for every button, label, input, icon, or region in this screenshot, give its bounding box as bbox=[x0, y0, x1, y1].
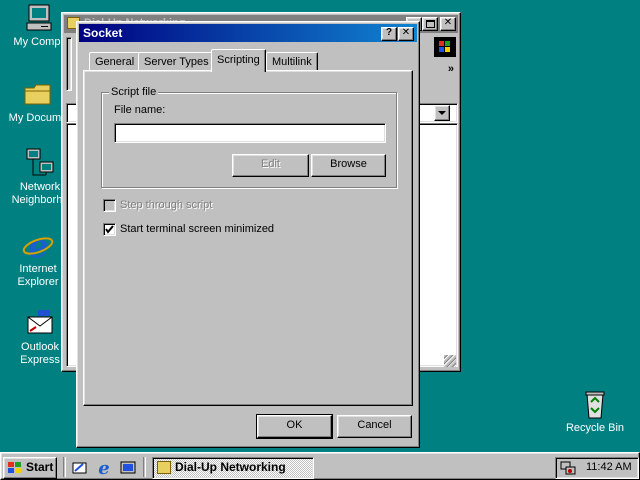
resize-grip-icon[interactable] bbox=[444, 355, 456, 367]
tab-label: Multilink bbox=[272, 56, 312, 68]
taskbar-dial-up-networking[interactable]: Dial-Up Networking bbox=[152, 457, 314, 479]
windows-logo-icon bbox=[434, 37, 456, 57]
edit-button[interactable]: Edit bbox=[232, 154, 309, 177]
chevron-down-icon bbox=[438, 111, 446, 115]
tab-label: Server Types bbox=[144, 56, 209, 68]
dial-up-status-icon[interactable] bbox=[560, 461, 576, 475]
my-computer-icon bbox=[24, 2, 56, 34]
start-label: Start bbox=[26, 460, 54, 474]
start-minimized-label: Start terminal screen minimized bbox=[120, 223, 275, 235]
view-channels-icon[interactable] bbox=[119, 459, 137, 477]
network-icon bbox=[24, 147, 56, 179]
close-button[interactable]: ✕ bbox=[440, 17, 456, 31]
address-dropdown-button[interactable] bbox=[434, 105, 450, 121]
quicklaunch-separator bbox=[63, 457, 66, 477]
maximize-button[interactable] bbox=[422, 17, 438, 31]
taskbar-task-label: Dial-Up Networking bbox=[175, 460, 286, 474]
clock[interactable]: 11:42 AM bbox=[586, 461, 632, 473]
check-mark-icon bbox=[105, 225, 114, 234]
file-name-label: File name: bbox=[114, 104, 166, 116]
socket-properties-dialog[interactable]: Socket ? ✕ General Server Types Scriptin… bbox=[76, 21, 420, 448]
dialog-titlebar[interactable]: Socket bbox=[79, 24, 417, 42]
close-icon: ✕ bbox=[401, 27, 411, 38]
tab-general[interactable]: General bbox=[89, 52, 141, 72]
help-icon: ? bbox=[385, 27, 393, 38]
ok-button[interactable]: OK bbox=[256, 414, 333, 439]
desktop-icon-recycle-bin[interactable]: Recycle Bin bbox=[555, 388, 635, 435]
file-name-input[interactable] bbox=[114, 123, 386, 143]
maximize-icon bbox=[425, 20, 435, 28]
taskbar-separator bbox=[143, 457, 146, 477]
windows-logo-icon bbox=[8, 462, 21, 473]
browse-button[interactable]: Browse bbox=[311, 154, 386, 177]
tab-server-types[interactable]: Server Types bbox=[138, 52, 215, 72]
outlook-express-icon bbox=[24, 307, 56, 339]
step-through-label: Step through script bbox=[120, 199, 213, 211]
show-desktop-icon[interactable] bbox=[71, 459, 89, 477]
folder-icon bbox=[157, 461, 171, 474]
tab-label: General bbox=[95, 56, 135, 68]
close-button[interactable]: ✕ bbox=[398, 27, 414, 41]
svg-text:e: e bbox=[28, 229, 48, 261]
dialog-title: Socket bbox=[83, 26, 123, 40]
script-file-legend: Script file bbox=[109, 86, 159, 98]
svg-text:e: e bbox=[98, 458, 109, 476]
start-minimized-checkbox[interactable] bbox=[103, 223, 116, 236]
internet-explorer-icon: e bbox=[22, 227, 54, 265]
help-button[interactable]: ? bbox=[381, 27, 397, 41]
active-tab-join bbox=[212, 70, 264, 72]
system-tray: 11:42 AM bbox=[555, 457, 639, 479]
step-through-checkbox[interactable] bbox=[103, 199, 116, 212]
toolbar-edge bbox=[66, 37, 72, 91]
tab-scripting[interactable]: Scripting bbox=[211, 49, 266, 72]
folder-icon bbox=[22, 78, 54, 110]
tab-multilink[interactable]: Multilink bbox=[266, 52, 318, 72]
cancel-button[interactable]: Cancel bbox=[337, 415, 412, 438]
internet-explorer-icon[interactable]: e bbox=[95, 458, 113, 479]
taskbar: Start e Dial-Up Networking 11:42 AM bbox=[0, 452, 640, 480]
toolbar-chevron[interactable]: » bbox=[448, 63, 454, 75]
recycle-bin-icon bbox=[579, 388, 611, 420]
tab-label: Scripting bbox=[217, 54, 260, 66]
desktop-icon-label: Recycle Bin bbox=[565, 422, 625, 434]
close-icon: ✕ bbox=[443, 17, 453, 28]
start-button[interactable]: Start bbox=[3, 457, 57, 479]
